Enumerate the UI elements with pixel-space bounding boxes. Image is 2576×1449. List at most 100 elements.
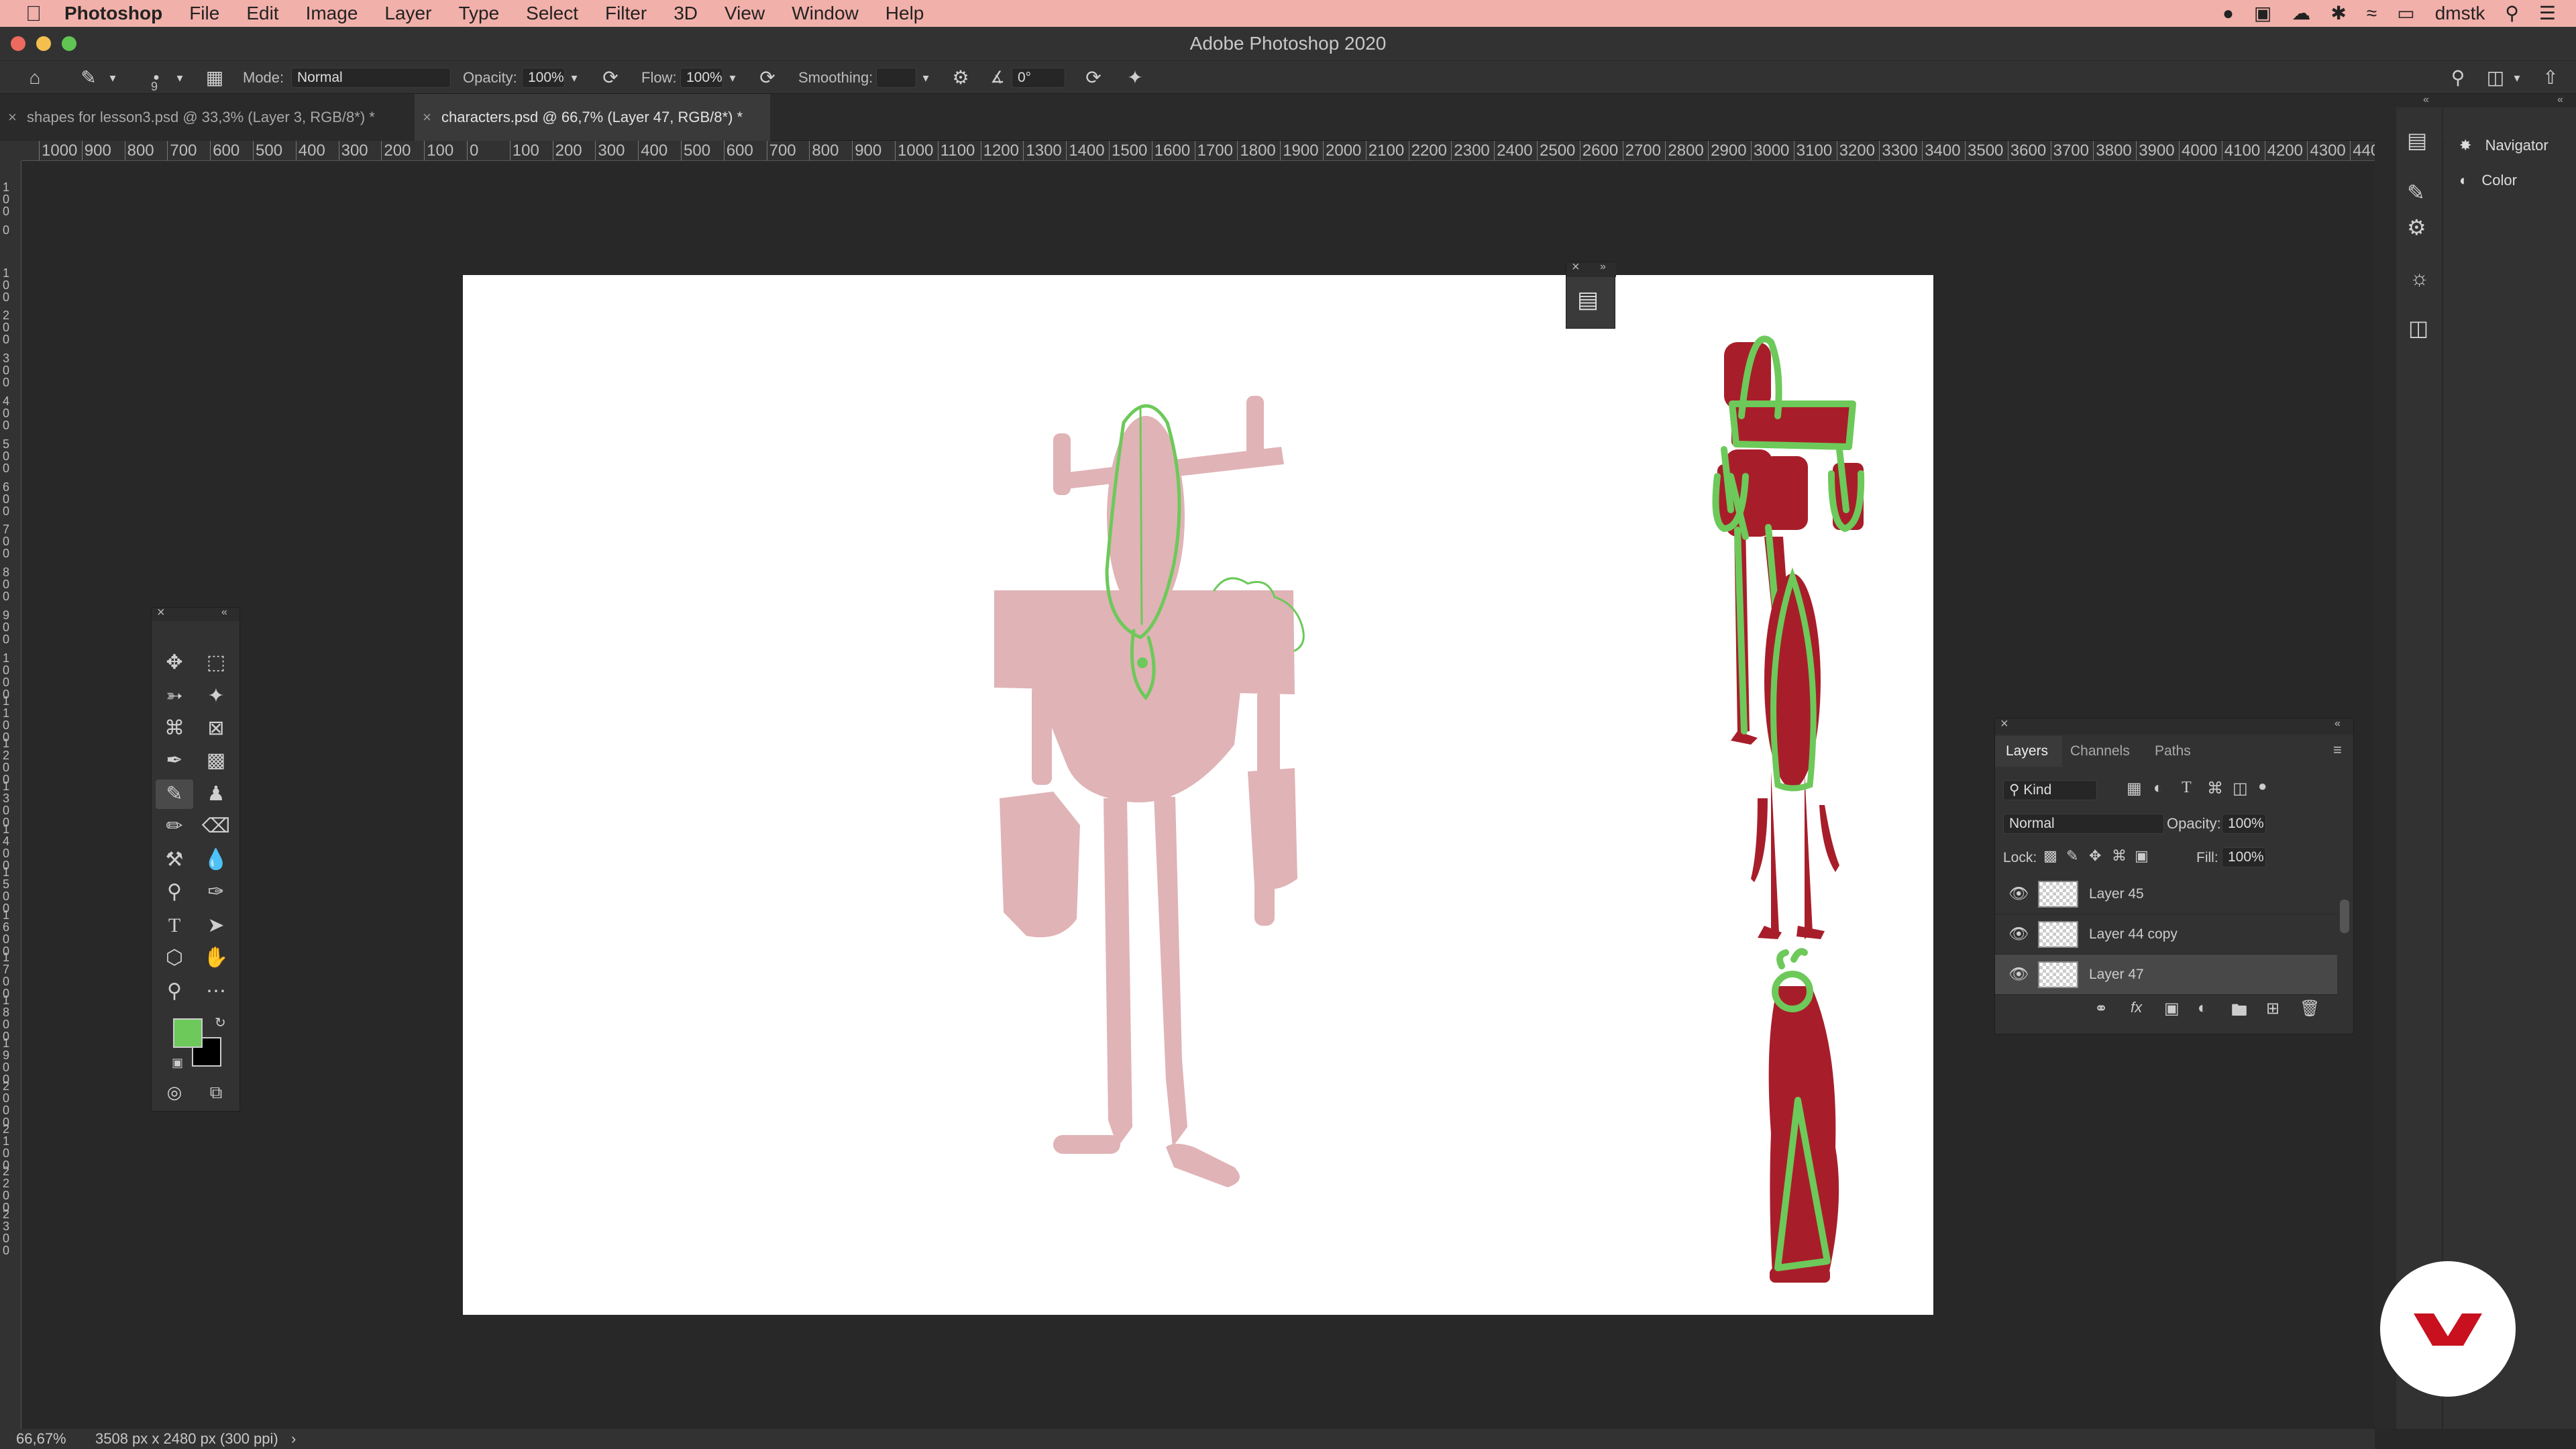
learn-lightbulb-icon[interactable]: ☼ [2410, 266, 2429, 290]
fill-field[interactable]: 100% [2222, 847, 2266, 867]
airbrush-icon[interactable]: ⟳ [754, 61, 781, 95]
lasso-tool-icon[interactable]: ➳ [156, 682, 193, 711]
search-icon[interactable]: ⚲ [2445, 61, 2471, 95]
chevron-down-icon[interactable]: ▾ [106, 61, 119, 95]
menu-help[interactable]: Help [885, 3, 924, 24]
filter-kind-select[interactable]: ⚲ Kind [2003, 780, 2097, 800]
layers-panel-header[interactable] [1995, 718, 2353, 735]
add-mask-icon[interactable]: ▣ [2164, 999, 2180, 1018]
symmetry-icon[interactable]: ✦ [1122, 61, 1148, 95]
history-brush-tool-icon[interactable]: ✏ [156, 812, 193, 841]
visibility-eye-icon[interactable]: 👁 [2008, 955, 2029, 995]
pressure-opacity-icon[interactable]: ⟳ [597, 61, 624, 95]
chevron-down-icon[interactable]: ▾ [173, 61, 186, 95]
collapse-panel-icon[interactable]: « [221, 606, 227, 619]
more-tools-icon[interactable]: ⋯ [197, 977, 235, 1006]
layer-effects-icon[interactable]: fx [2131, 999, 2142, 1016]
filter-pixel-icon[interactable]: ▦ [2127, 779, 2142, 798]
close-panel-icon[interactable]: × [2000, 716, 2008, 732]
navigator-panel-button[interactable]: ✸ Navigator [2459, 129, 2548, 162]
menu-select[interactable]: Select [526, 3, 578, 24]
close-panel-icon[interactable]: × [1572, 260, 1580, 275]
chevron-down-icon[interactable]: ▾ [568, 61, 581, 95]
menu-image[interactable]: Image [306, 3, 358, 24]
chevron-down-icon[interactable]: ▾ [2510, 61, 2524, 95]
frame-tool-icon[interactable]: ⊠ [197, 714, 235, 743]
control-center-icon[interactable]: ☰ [2539, 0, 2556, 27]
bluetooth-icon[interactable]: ✱ [2330, 0, 2346, 27]
tab-shapes-for-lesson3[interactable]: × shapes for lesson3.psd @ 33,3% (Layer … [0, 94, 415, 141]
adjustments-sliders-icon[interactable]: ⚙ [2407, 215, 2426, 240]
document-canvas[interactable] [463, 275, 1933, 1315]
dodge-tool-icon[interactable]: ⚲ [156, 877, 193, 907]
tab-characters[interactable]: × characters.psd @ 66,7% (Layer 47, RGB/… [415, 94, 770, 141]
clone-stamp-tool-icon[interactable]: ♟ [197, 780, 235, 809]
blend-mode-select[interactable]: Normal [2003, 814, 2164, 834]
collapse-dock-icon[interactable]: « [2557, 94, 2563, 106]
horizontal-ruler[interactable]: 1000 900 800 700 600 500 400 300 200 100 0 100 200 30… [21, 141, 2375, 161]
lock-artboard-icon[interactable]: ⌘ [2112, 847, 2127, 865]
menu-filter[interactable]: Filter [605, 3, 647, 24]
lock-transparent-icon[interactable]: ▩ [2043, 847, 2057, 865]
pen-tool-icon[interactable]: ✑ [197, 877, 235, 907]
layer-row-layer-45[interactable]: 👁 Layer 45 [1995, 874, 2337, 914]
collapse-panel-icon[interactable]: « [2334, 718, 2341, 730]
visibility-eye-icon[interactable]: 👁 [2008, 874, 2029, 914]
blur-tool-icon[interactable]: 💧 [197, 845, 235, 875]
eyedropper-tool-icon[interactable]: ✒ [156, 746, 193, 775]
delete-layer-trash-icon[interactable]: 🗑 [2300, 999, 2320, 1018]
layer-row-layer-47[interactable]: 👁 Layer 47 [1995, 955, 2337, 995]
layer-row-layer-44-copy[interactable]: 👁 Layer 44 copy [1995, 914, 2337, 955]
screen-icon[interactable]: ▣ [2254, 0, 2271, 27]
close-tab-icon[interactable]: × [8, 94, 17, 141]
type-tool-icon[interactable]: T [156, 911, 193, 941]
tab-paths[interactable]: Paths [2155, 736, 2191, 767]
close-tab-icon[interactable]: × [423, 94, 431, 141]
lock-all-icon[interactable]: ▣ [2135, 847, 2149, 865]
adjustment-layer-icon[interactable]: ◐ [2198, 999, 2208, 1018]
color-panel-button[interactable]: ◐ Color [2459, 164, 2517, 197]
quick-mask-icon[interactable]: ◎ [156, 1077, 193, 1107]
vertical-ruler[interactable]: 100 0 100 200 300 400 500 600 700 800 900 1000 1100 1… [0, 161, 21, 1429]
apple-icon[interactable]:  [25, 1, 42, 26]
cloud-icon[interactable]: ☁ [2292, 0, 2310, 27]
menu-layer[interactable]: Layer [384, 3, 431, 24]
menu-file[interactable]: File [189, 3, 219, 24]
brush-preset-icon[interactable]: ✎ [74, 61, 103, 95]
brush-tool-icon[interactable]: ✎ [156, 780, 193, 809]
menu-view[interactable]: View [724, 3, 765, 24]
user-name[interactable]: dmstk [2435, 0, 2485, 27]
panel-menu-icon[interactable]: ≡ [2333, 741, 2342, 759]
crop-tool-icon[interactable]: ⌘ [156, 714, 193, 743]
menu-window[interactable]: Window [792, 3, 859, 24]
foreground-color-swatch[interactable] [173, 1018, 203, 1048]
wifi-icon[interactable]: ≈ [2367, 0, 2377, 27]
pressure-size-icon[interactable]: ⟳ [1080, 61, 1107, 95]
brush-settings-panel-icon[interactable]: ▦ [200, 61, 229, 95]
magic-wand-tool-icon[interactable]: ✦ [197, 682, 235, 711]
menu-3d[interactable]: 3D [674, 3, 698, 24]
layers-scrollbar[interactable] [2340, 900, 2349, 933]
paint-bucket-tool-icon[interactable]: ⚒ [156, 845, 193, 875]
close-panel-icon[interactable]: × [157, 605, 165, 621]
lock-image-icon[interactable]: ✎ [2066, 847, 2078, 865]
tab-channels[interactable]: Channels [2070, 736, 2130, 767]
filter-smart-object-icon[interactable]: ◫ [2233, 779, 2248, 798]
path-selection-tool-icon[interactable]: ➤ [197, 911, 235, 941]
collapse-dock-icon[interactable]: « [2423, 94, 2429, 106]
brush-settings-icon[interactable]: ✎ [2407, 180, 2425, 205]
creative-cloud-icon[interactable]: ● [2222, 0, 2234, 27]
visibility-eye-icon[interactable]: 👁 [2008, 914, 2029, 955]
swap-colors-icon[interactable]: ↻ [215, 1014, 226, 1031]
layer-opacity-field[interactable]: 100% [2222, 814, 2266, 834]
histogram-icon[interactable]: ▤ [2407, 127, 2427, 153]
flow-field[interactable]: 100% [680, 68, 723, 88]
workspace-icon[interactable]: ◫ [2482, 61, 2509, 95]
angle-field[interactable]: 0° [1012, 68, 1065, 88]
lock-position-icon[interactable]: ✥ [2089, 847, 2101, 865]
smoothing-settings-gear-icon[interactable]: ⚙ [947, 61, 974, 95]
eraser-tool-icon[interactable]: ⌫ [197, 812, 235, 841]
properties-panel-icon[interactable]: ▤ [1577, 286, 1599, 313]
filter-shape-icon[interactable]: ⌘ [2207, 779, 2223, 798]
zoom-tool-icon[interactable]: ⚲ [156, 977, 193, 1006]
